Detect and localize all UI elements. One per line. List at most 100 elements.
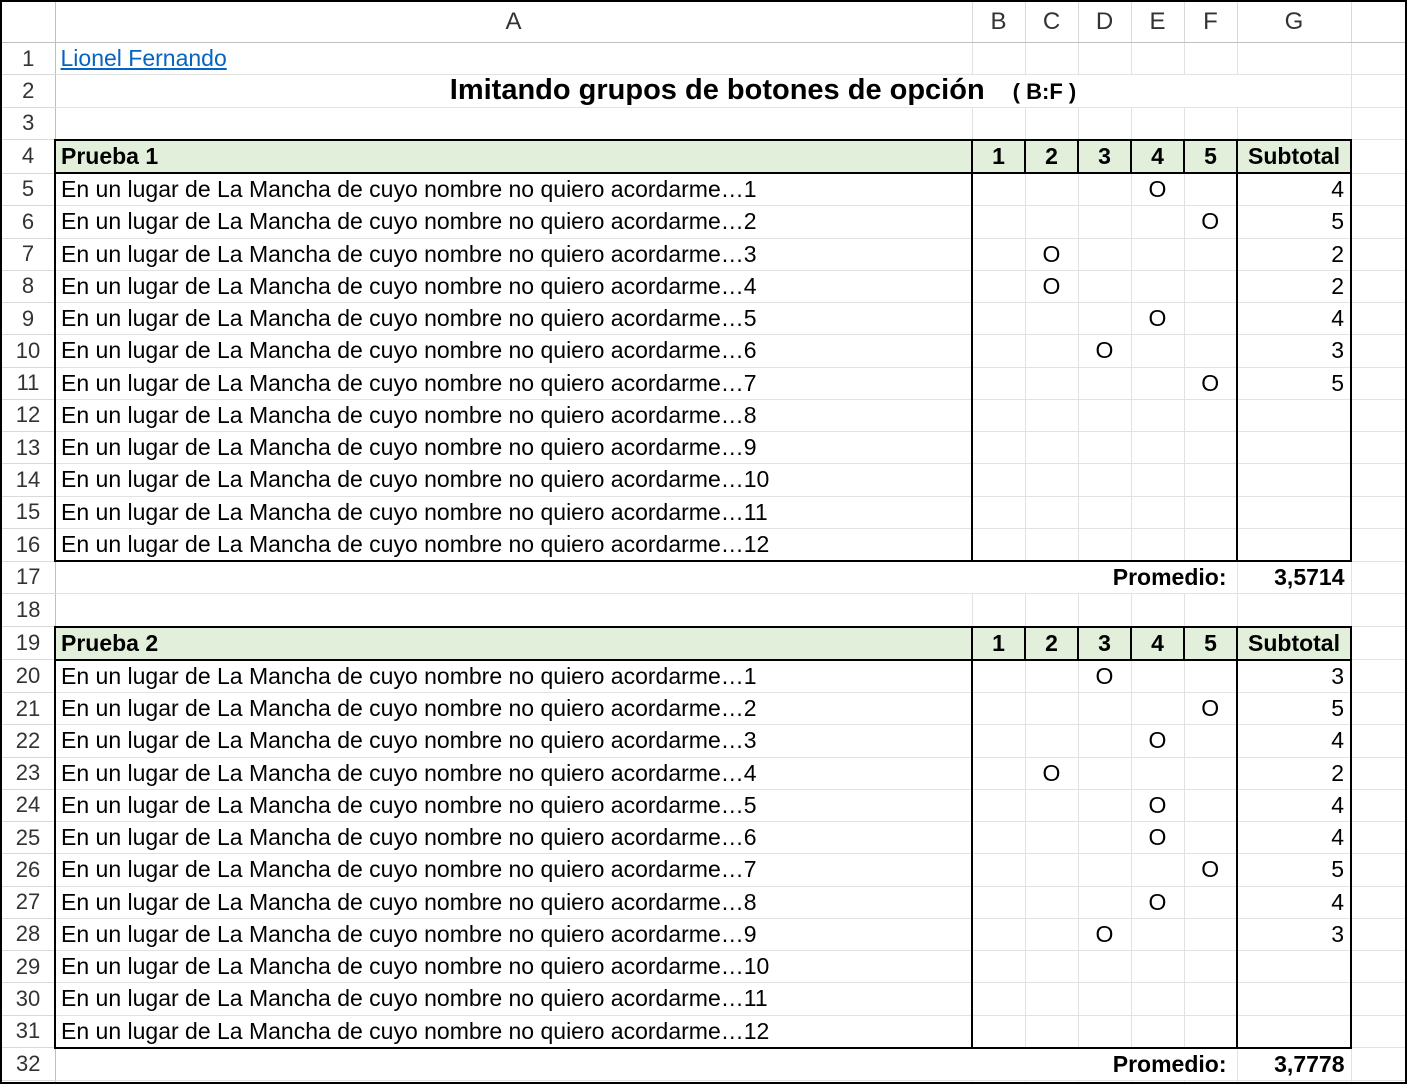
cell[interactable] <box>1351 1015 1405 1049</box>
cell[interactable] <box>1351 399 1405 433</box>
option-cell-4[interactable] <box>1131 399 1185 433</box>
row-header[interactable]: 28 <box>2 918 56 952</box>
cell[interactable] <box>1351 561 1405 595</box>
cell[interactable] <box>1351 139 1405 174</box>
subtotal-cell[interactable] <box>1237 463 1352 497</box>
cell[interactable] <box>1025 107 1079 141</box>
subtotal-cell[interactable] <box>1237 399 1352 433</box>
option-cell-2[interactable] <box>1025 789 1079 823</box>
cell[interactable] <box>1351 334 1405 368</box>
prueba2-option-header-4[interactable]: 4 <box>1131 625 1185 661</box>
prueba1-header[interactable]: Prueba 1 <box>54 138 973 175</box>
row-header[interactable]: 25 <box>2 821 56 855</box>
cell[interactable] <box>1351 724 1405 758</box>
option-selected-mark[interactable]: O <box>1025 757 1079 790</box>
cell[interactable] <box>1351 42 1405 76</box>
prueba2-option-header-5[interactable]: 5 <box>1184 625 1238 661</box>
option-cell-4[interactable] <box>1131 1015 1185 1049</box>
prueba2-option-header-3[interactable]: 3 <box>1078 625 1132 661</box>
option-cell-4[interactable] <box>1131 757 1185 790</box>
cell[interactable] <box>1131 42 1185 76</box>
option-cell-1[interactable] <box>972 334 1026 368</box>
option-cell-4[interactable] <box>1131 528 1185 562</box>
cell[interactable] <box>1351 853 1405 887</box>
option-selected-mark[interactable]: O <box>1078 334 1132 368</box>
cell[interactable] <box>1351 173 1405 207</box>
option-cell-3[interactable] <box>1078 399 1132 433</box>
cell[interactable] <box>1025 42 1079 76</box>
prueba2-subtotal-header[interactable]: Subtotal <box>1237 625 1352 661</box>
cell[interactable] <box>1078 42 1132 76</box>
subtotal-cell[interactable] <box>1237 528 1352 562</box>
column-header-e[interactable]: E <box>1131 2 1185 43</box>
row-header[interactable]: 7 <box>2 238 56 271</box>
option-cell-5[interactable] <box>1184 431 1238 465</box>
row-header[interactable]: 33 <box>2 1080 56 1082</box>
option-cell-3[interactable] <box>1078 205 1132 239</box>
option-cell-3[interactable] <box>1078 528 1132 562</box>
question-text[interactable]: En un lugar de La Mancha de cuyo nombre … <box>54 692 973 726</box>
question-text[interactable]: En un lugar de La Mancha de cuyo nombre … <box>54 367 973 400</box>
option-cell-2[interactable] <box>1025 173 1079 207</box>
question-text[interactable]: En un lugar de La Mancha de cuyo nombre … <box>54 528 973 562</box>
cell[interactable] <box>1351 1047 1405 1081</box>
question-text[interactable]: En un lugar de La Mancha de cuyo nombre … <box>54 205 973 239</box>
row-header[interactable]: 15 <box>2 496 56 529</box>
option-cell-5[interactable] <box>1184 918 1238 952</box>
cell[interactable] <box>1351 757 1405 790</box>
cell[interactable] <box>55 593 973 627</box>
row-header[interactable]: 32 <box>2 1047 56 1081</box>
option-cell-4[interactable] <box>1131 270 1185 304</box>
cell[interactable] <box>1351 821 1405 855</box>
cell[interactable] <box>1351 950 1405 984</box>
option-cell-4[interactable] <box>1131 205 1185 239</box>
option-selected-mark[interactable]: O <box>1078 659 1132 693</box>
option-cell-2[interactable] <box>1025 724 1079 758</box>
cell[interactable] <box>1237 42 1352 76</box>
row-header[interactable]: 27 <box>2 886 56 919</box>
option-cell-3[interactable] <box>1078 821 1132 855</box>
subtotal-cell[interactable]: 4 <box>1237 724 1352 758</box>
option-cell-2[interactable] <box>1025 918 1079 952</box>
option-cell-1[interactable] <box>972 724 1026 758</box>
option-cell-1[interactable] <box>972 789 1026 823</box>
option-cell-5[interactable] <box>1184 463 1238 497</box>
cell[interactable] <box>1351 302 1405 336</box>
row-header[interactable]: 20 <box>2 659 56 693</box>
option-cell-4[interactable] <box>1131 431 1185 465</box>
option-cell-1[interactable] <box>972 399 1026 433</box>
row-header[interactable]: 2 <box>2 74 56 108</box>
cell[interactable] <box>1078 593 1132 627</box>
option-cell-1[interactable] <box>972 1015 1026 1049</box>
cell[interactable] <box>1237 1080 1352 1082</box>
cell[interactable] <box>1351 74 1405 108</box>
cell[interactable] <box>1351 659 1405 693</box>
row-header[interactable]: 19 <box>2 626 56 661</box>
row-header[interactable]: 6 <box>2 205 56 239</box>
option-cell-2[interactable] <box>1025 528 1079 562</box>
option-selected-mark[interactable]: O <box>1131 173 1185 207</box>
row-header[interactable]: 29 <box>2 950 56 984</box>
option-cell-2[interactable] <box>1025 431 1079 465</box>
option-cell-4[interactable] <box>1131 950 1185 984</box>
question-text[interactable]: En un lugar de La Mancha de cuyo nombre … <box>54 399 973 433</box>
option-cell-3[interactable] <box>1078 982 1132 1016</box>
option-cell-5[interactable] <box>1184 821 1238 855</box>
row-header[interactable]: 26 <box>2 853 56 887</box>
question-text[interactable]: En un lugar de La Mancha de cuyo nombre … <box>54 496 973 529</box>
row-header[interactable]: 1 <box>2 42 56 76</box>
option-selected-mark[interactable]: O <box>1078 918 1132 952</box>
cell[interactable] <box>1351 463 1405 497</box>
cell[interactable] <box>1351 107 1405 141</box>
subtotal-cell[interactable]: 5 <box>1237 367 1352 400</box>
subtotal-cell[interactable] <box>1237 1015 1352 1049</box>
subtotal-cell[interactable]: 5 <box>1237 853 1352 887</box>
subtotal-cell[interactable]: 3 <box>1237 334 1352 368</box>
cell[interactable] <box>1351 270 1405 304</box>
column-header-d[interactable]: D <box>1078 2 1132 43</box>
cell[interactable] <box>1351 789 1405 823</box>
prueba2-promedio-label[interactable]: Promedio: <box>55 1047 1238 1081</box>
option-cell-1[interactable] <box>972 821 1026 855</box>
cell-a1[interactable]: Lionel Fernando <box>55 42 973 76</box>
question-text[interactable]: En un lugar de La Mancha de cuyo nombre … <box>54 789 973 823</box>
